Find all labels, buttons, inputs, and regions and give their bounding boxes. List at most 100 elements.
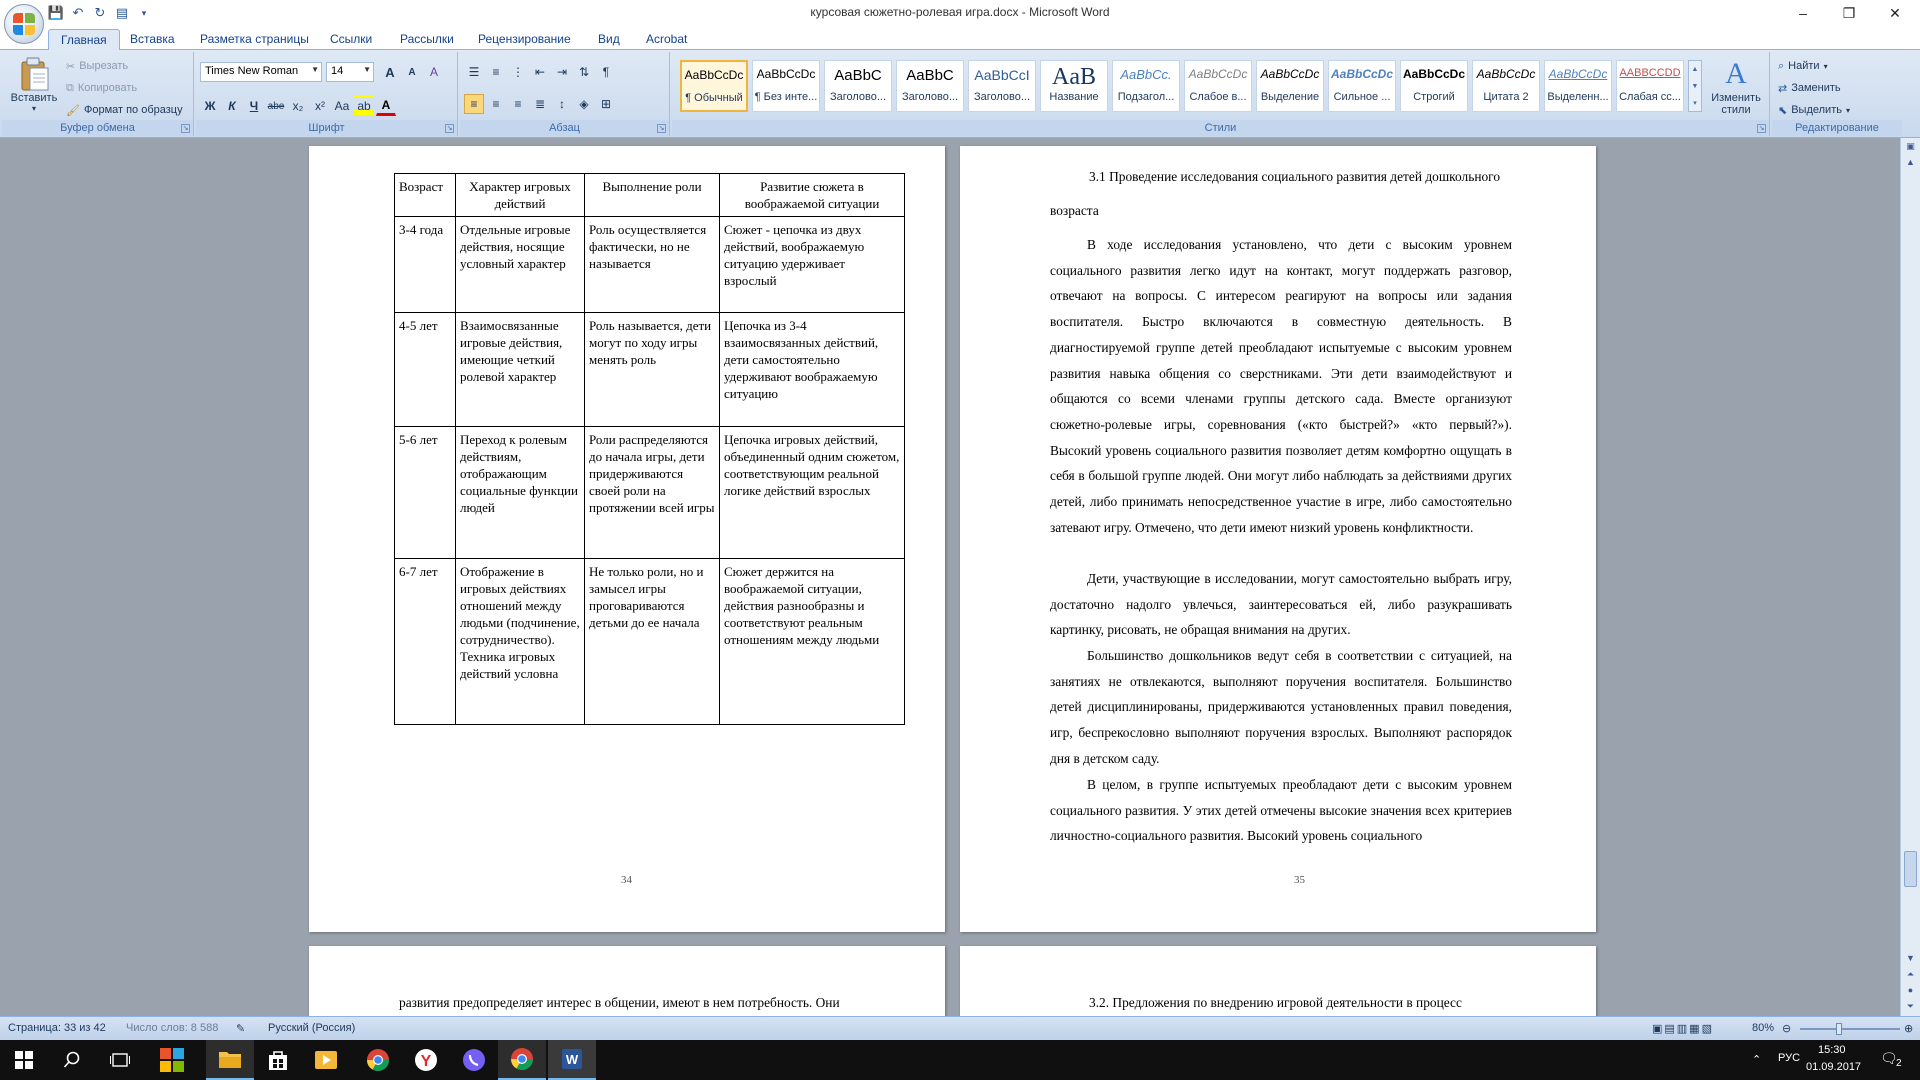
shrink-font-button[interactable]: A [402, 62, 422, 82]
prev-page-icon[interactable]: ⏶ [1901, 966, 1920, 982]
copy-button[interactable]: ⧉ Копировать [66, 78, 137, 98]
close-button[interactable]: ✕ [1872, 0, 1918, 26]
change-case-button[interactable]: Aa [332, 96, 352, 116]
superscript-button[interactable]: x² [310, 96, 330, 116]
next-page-icon[interactable]: ⏷ [1901, 998, 1920, 1014]
language-tray[interactable]: РУС [1778, 1052, 1800, 1064]
numbering-icon[interactable]: ≡ [486, 62, 506, 82]
chrome-icon-2[interactable] [498, 1040, 546, 1080]
start-button[interactable] [0, 1040, 48, 1080]
page-35[interactable]: 3.1 Проведение исследования социального … [960, 146, 1596, 932]
align-left-icon[interactable]: ≡ [464, 94, 484, 114]
yandex-browser-icon[interactable]: Y [402, 1040, 450, 1080]
clear-formatting-button[interactable]: A [424, 62, 444, 82]
tab-insert[interactable]: Вставка [118, 29, 187, 50]
minimize-button[interactable]: – [1780, 0, 1826, 26]
chrome-icon[interactable] [354, 1040, 402, 1080]
zoom-slider[interactable] [1800, 1023, 1900, 1035]
proofing-icon[interactable]: ✎ [236, 1022, 245, 1035]
viber-icon[interactable] [450, 1040, 498, 1080]
line-spacing-icon[interactable]: ↕ [552, 94, 572, 114]
task-view-icon[interactable] [96, 1040, 144, 1080]
save-icon[interactable]: 💾 [48, 5, 64, 21]
format-painter-button[interactable]: 🖌 Формат по образцу [66, 100, 183, 120]
font-color-icon[interactable]: A [376, 96, 396, 116]
highlight-icon[interactable]: ab [354, 96, 374, 116]
increase-indent-icon[interactable]: ⇥ [552, 62, 572, 82]
style-tile[interactable]: AaBbC Заголово... [824, 60, 892, 112]
clock-date[interactable]: 01.09.2017 [1806, 1061, 1861, 1073]
zoom-level[interactable]: 80% [1752, 1022, 1774, 1034]
find-button[interactable]: ⌕ Найти ▾ [1778, 56, 1828, 76]
strikethrough-button[interactable]: abe [266, 96, 286, 116]
tab-page-layout[interactable]: Разметка страницы [188, 29, 321, 50]
tray-chevron-icon[interactable]: ⌃ [1752, 1053, 1761, 1066]
redo-icon[interactable]: ↻ [92, 5, 108, 21]
style-tile[interactable]: AaBbCc. Подзагол... [1112, 60, 1180, 112]
grow-font-button[interactable]: A [380, 62, 400, 82]
tab-references[interactable]: Ссылки [318, 29, 384, 50]
italic-button[interactable]: К [222, 96, 242, 116]
quick-print-icon[interactable]: ▤ [114, 5, 130, 21]
style-tile[interactable]: AaBbCcDc Слабое в... [1184, 60, 1252, 112]
style-tile[interactable]: AaBbCcDc Выделенн... [1544, 60, 1612, 112]
style-tile[interactable]: AaBbCcDc Цитата 2 [1472, 60, 1540, 112]
document-area[interactable]: Возраст Характер игровых действий Выполн… [0, 138, 1900, 1016]
view-buttons[interactable]: ▣▤▥▦▧ [1652, 1022, 1714, 1035]
paragraph-dialog-launcher[interactable]: ↘ [657, 124, 666, 133]
tab-home[interactable]: Главная [48, 29, 120, 50]
shading-icon[interactable]: ◈ [574, 94, 594, 114]
decrease-indent-icon[interactable]: ⇤ [530, 62, 550, 82]
tab-mailings[interactable]: Рассылки [388, 29, 466, 50]
underline-button[interactable]: Ч [244, 96, 264, 116]
tab-view[interactable]: Вид [586, 29, 632, 50]
page-34[interactable]: Возраст Характер игровых действий Выполн… [309, 146, 945, 932]
styles-dialog-launcher[interactable]: ↘ [1757, 124, 1766, 133]
select-button[interactable]: ⬉ Выделить ▾ [1778, 100, 1850, 120]
paste-dropdown-icon[interactable]: ▾ [32, 104, 36, 113]
borders-icon[interactable]: ⊞ [596, 94, 616, 114]
style-tile[interactable]: AaBbCcDc Выделение [1256, 60, 1324, 112]
metro-tiles-icon[interactable] [148, 1040, 196, 1080]
justify-icon[interactable]: ≣ [530, 94, 550, 114]
replace-button[interactable]: ⇄ Заменить [1778, 78, 1841, 98]
tab-acrobat[interactable]: Acrobat [634, 29, 699, 50]
style-tile[interactable]: AaBbC Заголово... [896, 60, 964, 112]
tab-review[interactable]: Рецензирование [466, 29, 583, 50]
cut-button[interactable]: ✂ Вырезать [66, 56, 128, 76]
align-center-icon[interactable]: ≡ [486, 94, 506, 114]
zoom-slider-thumb[interactable] [1836, 1023, 1842, 1035]
bold-button[interactable]: Ж [200, 96, 220, 116]
style-tile[interactable]: AaBbCcI Заголово... [968, 60, 1036, 112]
font-size-combo[interactable]: 14 ▼ [326, 62, 374, 82]
page-37[interactable]: 3.2. Предложения по внедрению игровой де… [960, 946, 1596, 1016]
style-tile[interactable]: AaB Название [1040, 60, 1108, 112]
multilevel-list-icon[interactable]: ⋮ [508, 62, 528, 82]
bullets-icon[interactable]: ☰ [464, 62, 484, 82]
ruler-toggle-icon[interactable]: ▣ [1901, 138, 1920, 154]
browse-object-icon[interactable]: ● [1901, 982, 1920, 998]
change-styles-button[interactable]: A Изменить стили [1706, 56, 1766, 116]
search-icon[interactable] [48, 1040, 96, 1080]
paste-button[interactable]: Вставить ▾ [8, 56, 60, 113]
font-dialog-launcher[interactable]: ↘ [445, 124, 454, 133]
clock-time[interactable]: 15:30 [1818, 1044, 1846, 1056]
media-player-icon[interactable] [302, 1040, 350, 1080]
scroll-down-icon[interactable]: ▼ [1901, 950, 1920, 966]
word-icon[interactable]: W [548, 1040, 596, 1080]
zoom-in-icon[interactable]: ⊕ [1904, 1022, 1913, 1035]
style-tile[interactable]: AABBCCDD Слабая сс... [1616, 60, 1684, 112]
style-tile[interactable]: AaBbCcDc Сильное ... [1328, 60, 1396, 112]
vertical-scrollbar[interactable]: ▣ ▲ ▼ ⏶ ● ⏷ [1900, 138, 1920, 1016]
zoom-out-icon[interactable]: ⊖ [1782, 1022, 1791, 1035]
style-tile[interactable]: AaBbCcDc ¶ Обычный [680, 60, 748, 112]
style-tile[interactable]: AaBbCcDc Строгий [1400, 60, 1468, 112]
file-explorer-icon[interactable] [206, 1040, 254, 1080]
scroll-up-icon[interactable]: ▲ [1901, 154, 1920, 170]
style-tile[interactable]: AaBbCcDc ¶ Без инте... [752, 60, 820, 112]
subscript-button[interactable]: x₂ [288, 96, 308, 116]
gallery-scroll[interactable]: ▲ ▼ ▾ [1688, 60, 1702, 112]
sort-icon[interactable]: ⇅ [574, 62, 594, 82]
office-button[interactable] [4, 4, 44, 44]
customize-icon[interactable]: ▾ [136, 5, 152, 21]
